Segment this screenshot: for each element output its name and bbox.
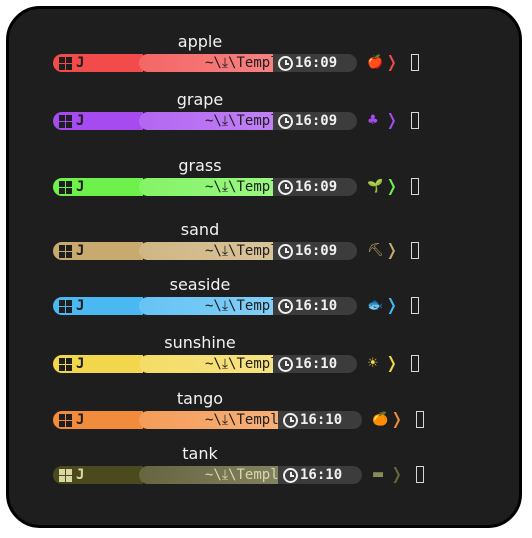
- user-segment: J: [53, 297, 143, 315]
- theme-title: tank: [182, 444, 218, 463]
- windows-logo-icon: [59, 114, 72, 128]
- prompt-chevron-icon: ❭: [385, 176, 399, 195]
- fish-icon: 🐟: [367, 298, 384, 313]
- windows-logo-icon: [59, 180, 72, 194]
- username: J: [76, 467, 85, 483]
- time-segment: 16:09: [273, 54, 357, 72]
- text-cursor[interactable]: [411, 112, 419, 129]
- clock-icon: [278, 180, 293, 195]
- username: J: [76, 113, 85, 129]
- username: J: [76, 243, 85, 259]
- windows-logo-icon: [59, 357, 72, 371]
- windows-logo-icon: [59, 299, 72, 313]
- theme-title: grape: [176, 90, 224, 109]
- theme-row-tango: tango J ~\⤓\Templates 16:10 🍊 ❭: [0, 389, 532, 439]
- sprout-icon: 🌱: [367, 179, 384, 194]
- time-segment: 16:10: [273, 355, 357, 373]
- user-segment: J: [53, 355, 143, 373]
- username: J: [76, 55, 85, 71]
- clock-time: 16:10: [295, 298, 338, 314]
- clock-time: 16:10: [300, 467, 343, 483]
- text-cursor[interactable]: [411, 178, 419, 195]
- time-segment: 16:09: [273, 242, 357, 260]
- time-segment: 16:10: [273, 297, 357, 315]
- user-segment: J: [53, 466, 143, 484]
- clock-time: 16:09: [295, 55, 338, 71]
- clock-icon: [278, 244, 293, 259]
- theme-title: tango: [176, 389, 224, 408]
- username: J: [76, 412, 85, 428]
- windows-logo-icon: [59, 413, 72, 427]
- theme-row-seaside: seaside J ~\⤓\Templates 16:10 🐟 ❭: [0, 275, 532, 325]
- prompt-chevron-icon: ❭: [385, 52, 399, 71]
- windows-logo-icon: [59, 468, 72, 482]
- theme-row-apple: apple J ~\⤓\Templates 16:09 🍎 ❭: [0, 32, 532, 82]
- user-segment: J: [53, 112, 143, 130]
- user-segment: J: [53, 178, 143, 196]
- clock-icon: [278, 114, 293, 129]
- username: J: [76, 298, 85, 314]
- sun-icon: ☀: [367, 356, 379, 371]
- clock-time: 16:09: [295, 113, 338, 129]
- clock-icon: [278, 299, 293, 314]
- theme-row-sunshine: sunshine J ~\⤓\Templates 16:10 ☀ ❭: [0, 333, 532, 383]
- text-cursor[interactable]: [411, 242, 419, 259]
- time-segment: 16:09: [273, 178, 357, 196]
- prompt-chevron-icon: ❭: [385, 295, 399, 314]
- time-segment: 16:10: [278, 411, 362, 429]
- prompt-chevron-icon: ❭: [385, 240, 399, 259]
- clock-icon: [278, 56, 293, 71]
- username: J: [76, 179, 85, 195]
- theme-row-tank: tank J ~\⤓\Templates 16:10 ▬ ❭: [0, 444, 532, 494]
- grape-icon: ♣: [367, 113, 379, 128]
- clock-time: 16:10: [300, 412, 343, 428]
- user-segment: J: [53, 242, 143, 260]
- apple-icon: 🍎: [367, 55, 384, 70]
- theme-row-grape: grape J ~\⤓\Templates 16:09 ♣ ❭: [0, 90, 532, 140]
- theme-title: sunshine: [164, 333, 236, 352]
- text-cursor[interactable]: [411, 297, 419, 314]
- prompt-chevron-icon: ❭: [385, 353, 399, 372]
- text-cursor[interactable]: [411, 355, 419, 372]
- user-segment: J: [53, 411, 143, 429]
- theme-title: seaside: [169, 275, 231, 294]
- orange-icon: 🍊: [372, 412, 389, 427]
- clock-icon: [283, 468, 298, 483]
- tank-icon: ▬: [372, 467, 385, 482]
- windows-logo-icon: [59, 244, 72, 258]
- theme-title: apple: [177, 32, 223, 51]
- windows-logo-icon: [59, 56, 72, 70]
- theme-title: sand: [180, 220, 220, 239]
- shovel-icon: ⛏: [367, 243, 384, 258]
- time-segment: 16:10: [278, 466, 362, 484]
- text-cursor[interactable]: [416, 466, 424, 483]
- theme-title: grass: [178, 156, 222, 175]
- time-segment: 16:09: [273, 112, 357, 130]
- clock-time: 16:09: [295, 179, 338, 195]
- user-segment: J: [53, 54, 143, 72]
- username: J: [76, 356, 85, 372]
- prompt-chevron-icon: ❭: [390, 464, 404, 483]
- prompt-chevron-icon: ❭: [390, 409, 404, 428]
- theme-row-grass: grass J ~\⤓\Templates 16:09 🌱 ❭: [0, 156, 532, 206]
- text-cursor[interactable]: [416, 411, 424, 428]
- theme-row-sand: sand J ~\⤓\Templates 16:09 ⛏ ❭: [0, 220, 532, 270]
- text-cursor[interactable]: [411, 54, 419, 71]
- clock-icon: [278, 357, 293, 372]
- clock-time: 16:10: [295, 356, 338, 372]
- clock-icon: [283, 413, 298, 428]
- clock-time: 16:09: [295, 243, 338, 259]
- prompt-chevron-icon: ❭: [385, 110, 399, 129]
